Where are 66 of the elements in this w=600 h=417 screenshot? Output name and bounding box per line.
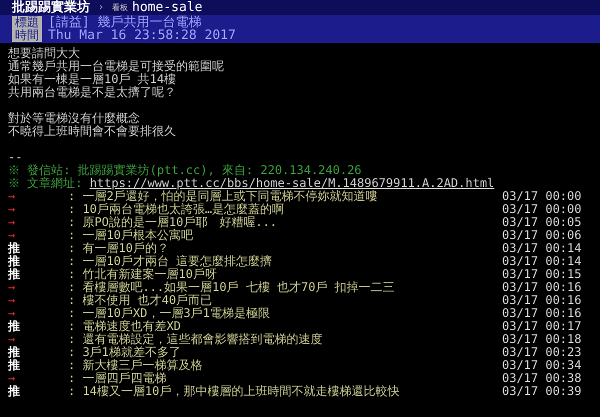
board-label: 看板 <box>112 2 128 14</box>
comment-time: 03/17 00:14 <box>502 255 582 268</box>
comment-text: : 一層10戶根本公寓吧 <box>68 229 194 242</box>
comment-text: : 樓不使用 也才40戶而已 <box>68 294 214 307</box>
comment-time: 03/17 00:17 <box>502 320 582 333</box>
comment-tag: → <box>8 229 68 242</box>
comment-text: : 一層四戶四電梯 <box>68 372 168 385</box>
comment-tag: 推 <box>8 346 68 359</box>
article-url-link[interactable]: https://www.ptt.cc/bbs/home-sale/M.1489679911.A.2AD.html <box>90 177 494 190</box>
comment-time: 03/17 00:16 <box>502 307 582 320</box>
comment-tag: → <box>8 281 68 294</box>
signature-origin: ※ 發信站: 批踢踢實業坊(ptt.cc), 來自: 220.134.240.26 <box>8 164 363 177</box>
comment-text: : 還有電梯設定，這些都會影響搭到電梯的速度 <box>68 333 324 346</box>
comment-tag: → <box>8 372 68 385</box>
body-line: 通常幾戶共用一台電梯是可接受的範圍呢 <box>8 60 225 73</box>
comment-tag: → <box>8 216 68 229</box>
comment-tag: 推 <box>8 320 68 333</box>
comment-tag: 推 <box>8 242 68 255</box>
comment-time: 03/17 00:16 <box>502 294 582 307</box>
comment-tag: → <box>8 307 68 320</box>
comment-time: 03/17 00:06 <box>502 229 582 242</box>
body-line: 共用兩台電梯是不是太擠了呢？ <box>8 86 177 99</box>
board-link[interactable]: home-sale <box>132 1 202 14</box>
comment-text: : 14樓又一層10戶，那中樓層的上班時間不就走樓梯還比較快 <box>68 385 400 398</box>
comment-tag: 推 <box>8 255 68 268</box>
comment-text: : 10戶兩台電梯也太誇張…是怎麼蓋的啊 <box>68 203 286 216</box>
comment-time: 03/17 00:05 <box>502 216 582 229</box>
comment-text: : 看樓層數吧...如果一層10戶 七樓 也才70戶 扣掉一二三 <box>68 281 396 294</box>
comment-text: : 3戶1梯就差不多了 <box>68 346 182 359</box>
comment-text: : 有一層10戶的？ <box>68 242 170 255</box>
comment-time: 03/17 00:18 <box>502 333 582 346</box>
comment-tag: → <box>8 190 68 203</box>
comment-time: 03/17 00:23 <box>502 346 582 359</box>
comment-text: : 一層10戶XD，一層3戶1電梯是極限 <box>68 307 271 320</box>
comment-time: 03/17 00:00 <box>502 190 582 203</box>
comment-text: : 一層2戶還好，怕的是同層上或下同電梯不停妳就知道嘍 <box>68 190 378 203</box>
comment-text: : 一層10戶才兩台 這要怎麼排怎麼擠 <box>68 255 274 268</box>
body-line: 想要請問大大 <box>8 47 81 60</box>
comment-text: : 竹北有新建案一層10戶呀 <box>68 268 218 281</box>
comment-tag: → <box>8 203 68 216</box>
site-title[interactable]: 批踢踢實業坊 <box>12 1 90 14</box>
comment-time: 03/17 00:00 <box>502 203 582 216</box>
comment-time: 03/17 00:38 <box>502 372 582 385</box>
comment-tag: 推 <box>8 268 68 281</box>
comment-tag: → <box>8 294 68 307</box>
comment-time: 03/17 00:14 <box>502 242 582 255</box>
comment-tag: 推 <box>8 359 68 372</box>
comment-text: : 原PO說的是一層10戶耶 好糟喔... <box>68 216 278 229</box>
meta-label: 標題 <box>12 16 42 29</box>
comment-tag: 推 <box>8 385 68 398</box>
meta-value: [請益] 幾戶共用一台電梯 <box>48 16 202 29</box>
breadcrumb-separator: › <box>98 1 104 14</box>
comment-text: : 電梯速度也有差XD <box>68 320 182 333</box>
body-line: 對於等電梯沒有什麼概念 <box>8 112 141 125</box>
comment-text: : 新大樓三戶一梯算及格 <box>68 359 204 372</box>
meta-label: 時間 <box>12 29 42 42</box>
comment-tag: → <box>8 333 68 346</box>
comment-time: 03/17 00:16 <box>502 281 582 294</box>
body-line: 如果有一棟是一層10戶 共14樓 <box>8 73 178 86</box>
meta-value: Thu Mar 16 23:58:28 2017 <box>48 29 236 42</box>
comment-time: 03/17 00:39 <box>502 385 582 398</box>
comment-time: 03/17 00:34 <box>502 359 582 372</box>
body-line: -- <box>8 151 24 164</box>
url-label: ※ 文章網址: <box>8 177 84 190</box>
body-line: 不曉得上班時間會不會要排很久 <box>8 125 177 138</box>
comment-time: 03/17 00:15 <box>502 268 582 281</box>
